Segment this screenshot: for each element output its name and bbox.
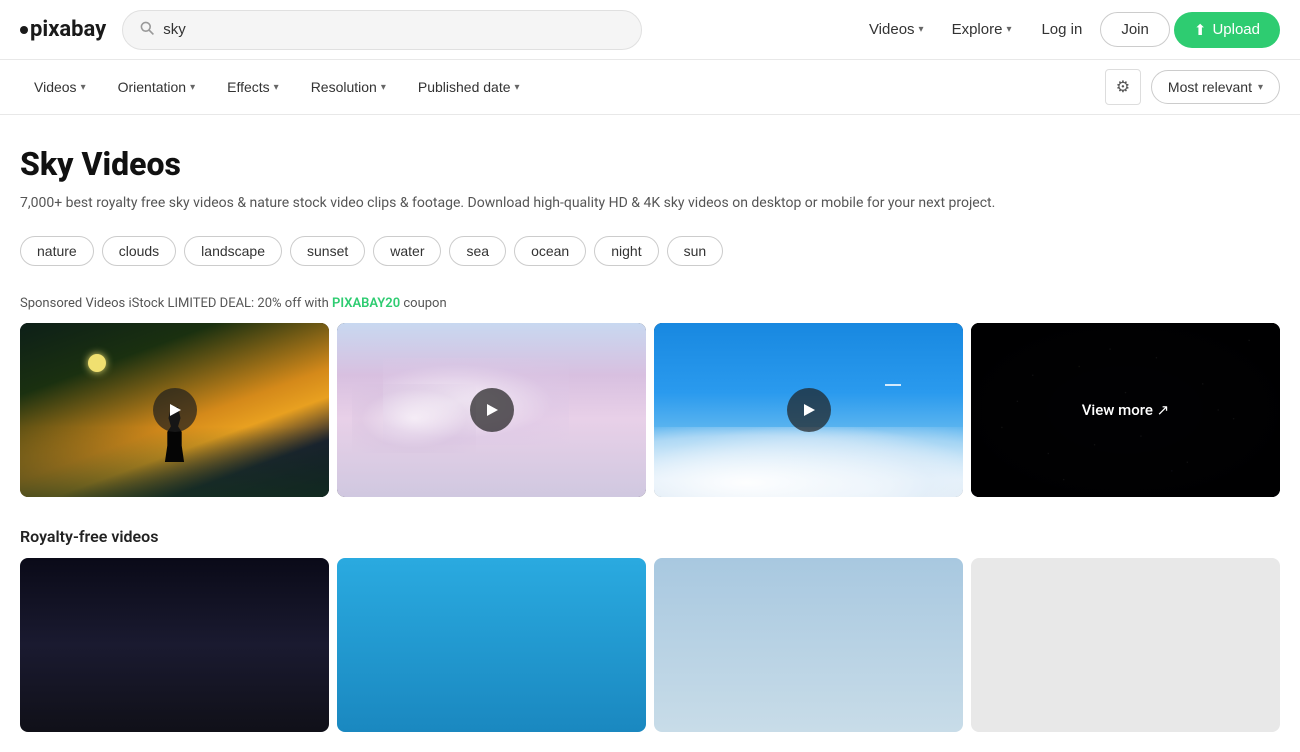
- sort-dropdown-button[interactable]: Most relevant ▾: [1151, 70, 1280, 104]
- page-description: 7,000+ best royalty free sky videos & na…: [20, 193, 1280, 214]
- login-button[interactable]: Log in: [1027, 13, 1096, 46]
- play-button-1[interactable]: [153, 388, 197, 432]
- sponsored-video-card-4[interactable]: View more ↗: [971, 323, 1280, 497]
- search-bar: [122, 10, 642, 50]
- logo-dot: [20, 26, 28, 34]
- header: pixabay Videos ▾ Explore ▾ Log in Join ⬆…: [0, 0, 1300, 60]
- header-nav: Videos ▾ Explore ▾ Log in Join ⬆ Upload: [857, 12, 1280, 48]
- filter-bar: Videos ▾ Orientation ▾ Effects ▾ Resolut…: [0, 60, 1300, 115]
- sort-chevron-icon: ▾: [1258, 82, 1263, 93]
- tag-sunset[interactable]: sunset: [290, 236, 365, 266]
- upload-icon: ⬆: [1194, 21, 1207, 39]
- upload-button[interactable]: ⬆ Upload: [1174, 12, 1280, 48]
- tag-sea[interactable]: sea: [449, 236, 506, 266]
- filter-right-controls: ⚙ Most relevant ▾: [1105, 69, 1280, 105]
- tag-ocean[interactable]: ocean: [514, 236, 586, 266]
- videos-filter-button[interactable]: Videos ▾: [20, 71, 100, 103]
- tag-water[interactable]: water: [373, 236, 441, 266]
- tag-night[interactable]: night: [594, 236, 658, 266]
- view-more-label: View more ↗: [1082, 401, 1170, 419]
- settings-gear-icon: ⚙: [1116, 77, 1130, 97]
- page-title: Sky Videos: [20, 145, 1280, 183]
- logo-text: pixabay: [30, 17, 106, 42]
- royalty-free-card-1[interactable]: [20, 558, 329, 732]
- effects-filter-button[interactable]: Effects ▾: [213, 71, 293, 103]
- published-date-filter-button[interactable]: Published date ▾: [404, 71, 534, 103]
- videos-nav-button[interactable]: Videos ▾: [857, 13, 936, 46]
- royalty-free-video-grid: [20, 558, 1280, 732]
- play-button-2[interactable]: [470, 388, 514, 432]
- tag-landscape[interactable]: landscape: [184, 236, 282, 266]
- sponsored-video-grid: View more ↗: [20, 323, 1280, 497]
- royalty-free-label: Royalty-free videos: [20, 527, 1280, 546]
- videos-filter-chevron-icon: ▾: [81, 82, 86, 93]
- tag-sun[interactable]: sun: [667, 236, 724, 266]
- tags-list: nature clouds landscape sunset water sea…: [20, 236, 1280, 266]
- videos-nav-label: Videos: [869, 21, 915, 38]
- play-button-3[interactable]: [787, 388, 831, 432]
- coupon-link[interactable]: PIXABAY20: [332, 296, 400, 311]
- main-content: Sky Videos 7,000+ best royalty free sky …: [0, 115, 1300, 752]
- effects-filter-chevron-icon: ▾: [274, 82, 279, 93]
- explore-nav-button[interactable]: Explore ▾: [940, 13, 1024, 46]
- sponsored-video-card-2[interactable]: [337, 323, 646, 497]
- sponsored-video-card-1[interactable]: [20, 323, 329, 497]
- royalty-free-card-2[interactable]: [337, 558, 646, 732]
- tag-nature[interactable]: nature: [20, 236, 94, 266]
- orientation-filter-chevron-icon: ▾: [190, 82, 195, 93]
- royalty-free-card-3[interactable]: [654, 558, 963, 732]
- search-icon: [139, 20, 155, 40]
- sponsored-label: Sponsored Videos iStock LIMITED DEAL: 20…: [20, 296, 1280, 311]
- logo[interactable]: pixabay: [20, 17, 106, 42]
- resolution-filter-chevron-icon: ▾: [381, 82, 386, 93]
- explore-nav-label: Explore: [952, 21, 1003, 38]
- join-button[interactable]: Join: [1100, 12, 1170, 47]
- explore-chevron-icon: ▾: [1006, 24, 1011, 35]
- videos-chevron-icon: ▾: [919, 24, 924, 35]
- search-input[interactable]: [163, 21, 625, 38]
- resolution-filter-button[interactable]: Resolution ▾: [297, 71, 400, 103]
- royalty-free-card-4[interactable]: [971, 558, 1280, 732]
- tag-clouds[interactable]: clouds: [102, 236, 176, 266]
- external-link-icon: ↗: [1157, 401, 1170, 419]
- published-date-chevron-icon: ▾: [515, 82, 520, 93]
- settings-button[interactable]: ⚙: [1105, 69, 1141, 105]
- view-more-overlay[interactable]: View more ↗: [971, 323, 1280, 497]
- sponsored-video-card-3[interactable]: [654, 323, 963, 497]
- orientation-filter-button[interactable]: Orientation ▾: [104, 71, 210, 103]
